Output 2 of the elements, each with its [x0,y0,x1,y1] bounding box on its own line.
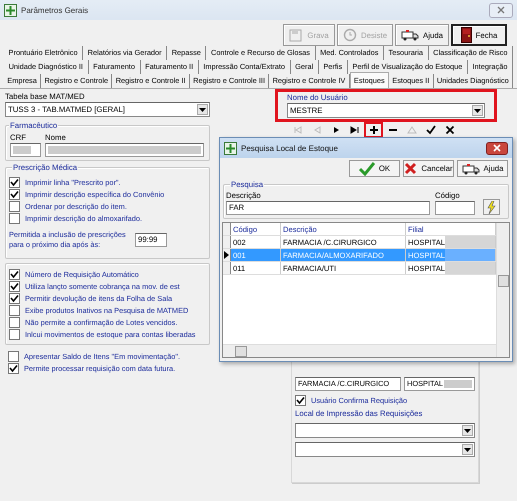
window-title: Parâmetros Gerais [21,6,88,14]
dialog-title: Pesquisa Local de Estoque [241,144,338,152]
